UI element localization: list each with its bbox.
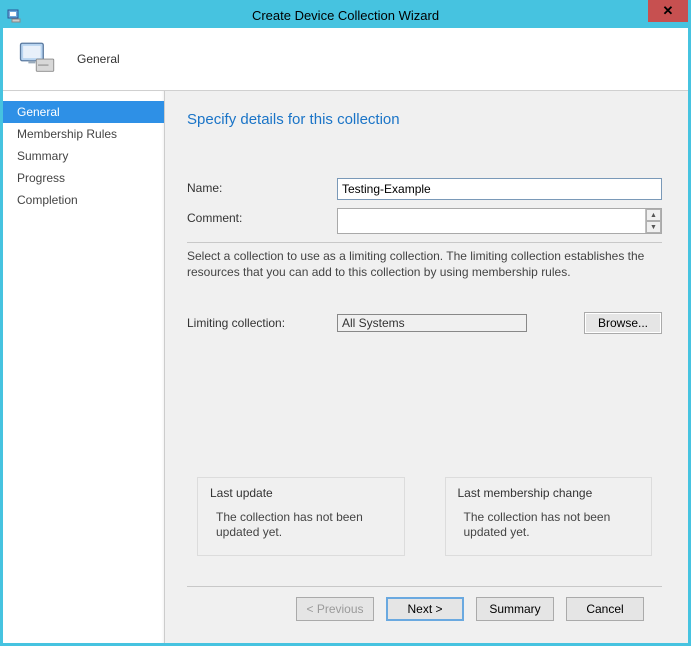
- cancel-button[interactable]: Cancel: [566, 597, 644, 621]
- summary-button[interactable]: Summary: [476, 597, 554, 621]
- app-icon: [7, 8, 23, 24]
- sidebar-item-general[interactable]: General: [3, 101, 164, 123]
- browse-button[interactable]: Browse...: [584, 312, 662, 334]
- sidebar: General Membership Rules Summary Progres…: [3, 91, 165, 643]
- sidebar-item-completion[interactable]: Completion: [3, 189, 164, 211]
- close-button[interactable]: ✕: [648, 0, 688, 22]
- chevron-up-icon: ▲: [650, 212, 657, 219]
- last-membership-title: Last membership change: [458, 486, 640, 500]
- header-step-label: General: [77, 52, 120, 66]
- comment-label: Comment:: [187, 208, 337, 225]
- chevron-down-icon: ▼: [650, 224, 657, 231]
- wizard-body: General Membership Rules Summary Progres…: [3, 91, 688, 643]
- previous-button: < Previous: [296, 597, 374, 621]
- name-label: Name:: [187, 178, 337, 195]
- sidebar-item-label: Membership Rules: [17, 127, 117, 141]
- wizard-header: General: [3, 28, 688, 91]
- sidebar-item-label: Progress: [17, 171, 65, 185]
- computer-icon: [17, 38, 59, 80]
- limiting-info-text: Select a collection to use as a limiting…: [187, 249, 662, 280]
- footer: < Previous Next > Summary Cancel: [187, 586, 662, 631]
- titlebar: Create Device Collection Wizard ✕: [3, 3, 688, 28]
- comment-spinner: ▲ ▼: [645, 209, 661, 233]
- spinner-up-button[interactable]: ▲: [646, 209, 661, 221]
- limiting-label: Limiting collection:: [187, 316, 337, 330]
- last-membership-text: The collection has not been updated yet.: [458, 510, 640, 541]
- info-boxes: Last update The collection has not been …: [197, 477, 652, 556]
- last-membership-box: Last membership change The collection ha…: [445, 477, 653, 556]
- last-update-text: The collection has not been updated yet.: [210, 510, 392, 541]
- name-row: Name:: [187, 178, 662, 200]
- sidebar-item-progress[interactable]: Progress: [3, 167, 164, 189]
- limiting-collection-field: All Systems: [337, 314, 527, 332]
- page-title: Specify details for this collection: [187, 111, 662, 128]
- form-area: Name: Comment: ▲ ▼ Select a collection t…: [187, 178, 662, 586]
- next-button[interactable]: Next >: [386, 597, 464, 621]
- main-panel: Specify details for this collection Name…: [165, 91, 688, 643]
- sidebar-item-label: Completion: [17, 193, 78, 207]
- window-title: Create Device Collection Wizard: [3, 8, 688, 23]
- limiting-row: Limiting collection: All Systems Browse.…: [187, 312, 662, 334]
- sidebar-item-label: General: [17, 105, 60, 119]
- comment-wrap: ▲ ▼: [337, 208, 662, 234]
- sidebar-item-label: Summary: [17, 149, 68, 163]
- last-update-box: Last update The collection has not been …: [197, 477, 405, 556]
- close-icon: ✕: [663, 3, 674, 19]
- name-input[interactable]: [337, 178, 662, 200]
- comment-row: Comment: ▲ ▼: [187, 208, 662, 234]
- sidebar-item-membership-rules[interactable]: Membership Rules: [3, 123, 164, 145]
- wizard-window: Create Device Collection Wizard ✕ Genera…: [0, 0, 691, 646]
- last-update-title: Last update: [210, 486, 392, 500]
- spinner-down-button[interactable]: ▼: [646, 221, 661, 233]
- comment-input[interactable]: [338, 209, 645, 233]
- sidebar-item-summary[interactable]: Summary: [3, 145, 164, 167]
- divider: [187, 242, 662, 243]
